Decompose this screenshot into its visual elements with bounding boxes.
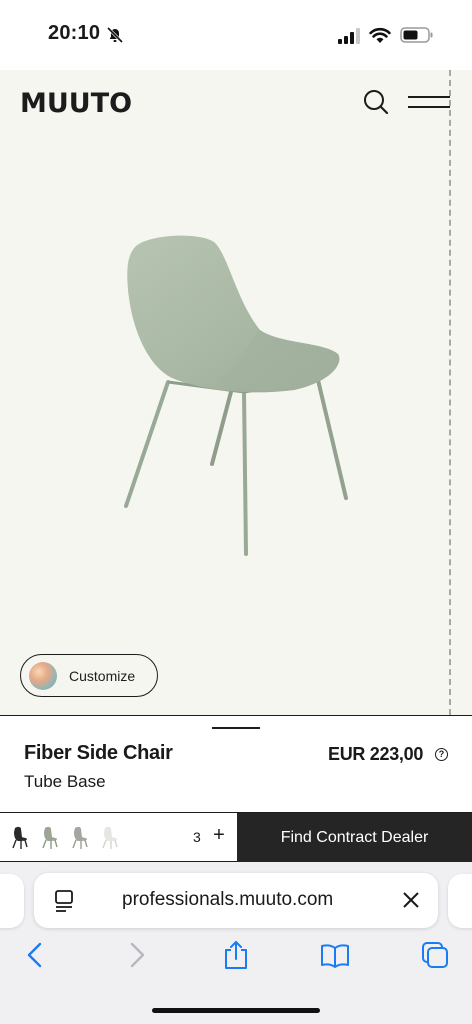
status-time: 20:10 — [48, 22, 101, 44]
home-indicator[interactable] — [152, 1008, 320, 1013]
find-contract-dealer-button[interactable]: Find Contract Dealer — [237, 813, 472, 862]
more-variants-count: 3 — [193, 829, 201, 845]
tabs-icon[interactable] — [420, 940, 450, 970]
product-name: Fiber Side Chair — [24, 742, 173, 764]
price-info-icon[interactable]: ? — [435, 748, 448, 761]
url-text: professionals.muuto.com — [122, 889, 334, 910]
more-variants-plus-button[interactable]: + — [210, 824, 228, 847]
chair-variant-black-icon[interactable] — [10, 826, 30, 850]
forward-icon[interactable] — [122, 940, 152, 970]
close-icon[interactable] — [400, 889, 422, 911]
color-variants — [10, 826, 120, 850]
browser-toolbar: professionals.muuto.com — [0, 862, 472, 1024]
customize-button[interactable]: Customize — [20, 654, 158, 697]
drag-handle[interactable] — [212, 727, 260, 729]
product-image[interactable] — [110, 230, 360, 560]
product-price: EUR 223,00 — [328, 744, 424, 764]
wifi-icon — [369, 27, 391, 43]
scroll-divider — [449, 70, 451, 715]
battery-icon — [400, 27, 433, 43]
hamburger-menu-icon[interactable] — [406, 92, 452, 114]
brand-logo[interactable]: MUUTO — [20, 88, 132, 119]
product-subtitle: Tube Base — [24, 772, 106, 791]
search-icon[interactable] — [362, 88, 390, 116]
status-bar: 20:10 — [0, 0, 472, 70]
chair-variant-grey-icon[interactable] — [70, 826, 90, 850]
next-tab-preview[interactable] — [448, 874, 472, 928]
action-bar: 3 + Find Contract Dealer — [0, 812, 472, 862]
share-icon[interactable] — [221, 940, 251, 970]
reader-mode-icon[interactable] — [54, 889, 74, 913]
product-hero: MUUTO Customize — [0, 70, 472, 715]
product-info-panel: Fiber Side Chair Tube Base EUR 223,00 ? — [0, 715, 472, 812]
address-bar[interactable]: professionals.muuto.com — [34, 873, 438, 928]
customize-color-swatch-icon — [29, 661, 57, 690]
customize-label: Customize — [69, 667, 136, 684]
chair-variant-green-icon[interactable] — [40, 826, 60, 850]
chair-variant-white-icon[interactable] — [100, 826, 120, 850]
bell-slash-icon — [106, 26, 124, 44]
back-icon[interactable] — [20, 940, 50, 970]
bookmarks-icon[interactable] — [320, 940, 350, 970]
previous-tab-preview[interactable] — [0, 874, 24, 928]
browser-nav-row — [0, 940, 472, 976]
cellular-signal-icon — [338, 28, 360, 44]
